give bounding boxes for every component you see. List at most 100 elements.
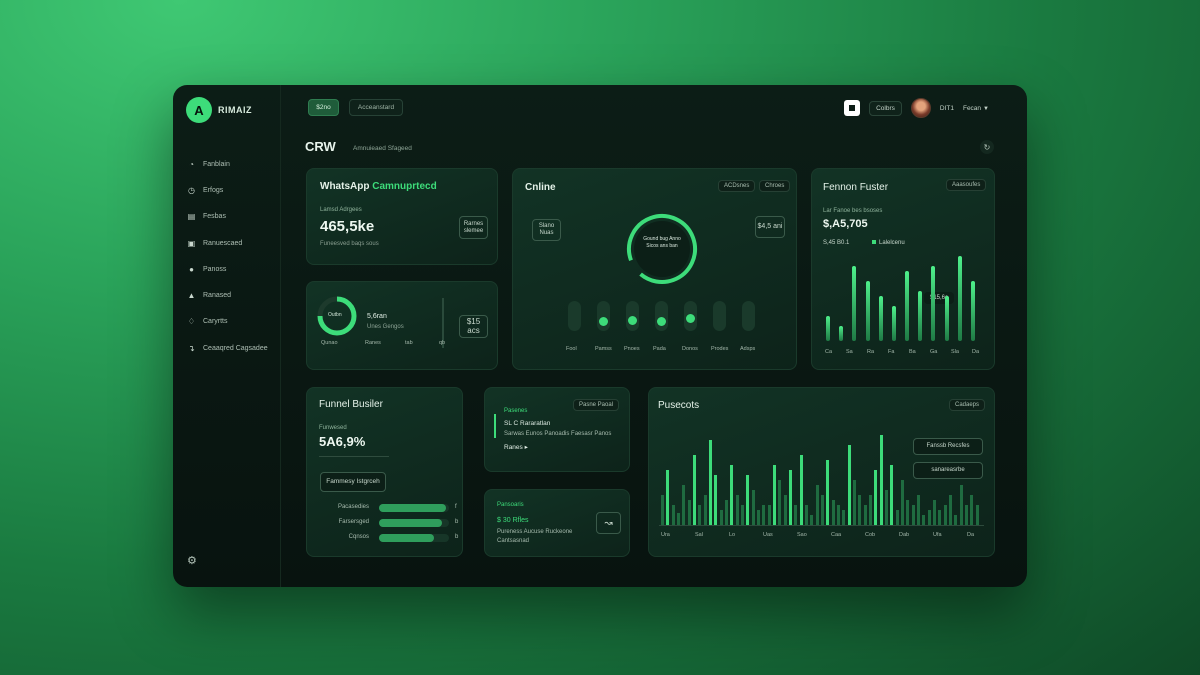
arrow-right-icon: ▸ (524, 444, 528, 451)
ring-caption: Unes Gengos (367, 324, 404, 330)
online-axis-label: Pamss (595, 346, 612, 352)
mini-bottom-value: $ 30 Rfles (497, 517, 529, 524)
pusecots-axis-label: Ura (661, 532, 670, 538)
funnel-row-end: b (455, 534, 459, 540)
document-icon: ▤ (187, 212, 196, 222)
brand[interactable]: A RIMAIZ (186, 97, 252, 123)
fennon-bar (957, 256, 962, 341)
pusecots-bar (757, 510, 760, 525)
slider-track (597, 301, 610, 331)
mini-top-link-label: Ranes (504, 444, 523, 451)
topbar-filter-chip[interactable]: Colbrs (869, 100, 902, 116)
pusecots-bar (725, 500, 728, 525)
sidebar-item-3[interactable]: ▣ Ranuescaed (187, 230, 277, 256)
online-right-box[interactable]: $4,5 ani (755, 216, 785, 238)
legend-swatch (872, 240, 876, 244)
brand-name: RIMAIZ (218, 105, 252, 115)
fennon-bar (918, 291, 923, 341)
fennon-bar (970, 281, 975, 341)
slider-track (713, 301, 726, 331)
slider-knob (686, 314, 695, 323)
pusecots-axis-label: Ufa (933, 532, 942, 538)
shield-icon: ♢ (187, 317, 196, 327)
funnel-row-label: Cqnsos (348, 534, 369, 540)
pusecots-bar (922, 515, 926, 525)
avatar[interactable] (910, 98, 931, 118)
pusecots-bar (762, 505, 766, 525)
sidebar-item-5[interactable]: ▲ Ranased (187, 282, 277, 308)
online-pill-1[interactable]: ACDsnes (718, 180, 756, 192)
fennon-bar (931, 266, 936, 341)
funnel-value: 5A6,9% (319, 434, 366, 449)
pusecots-bar (853, 480, 856, 525)
pusecots-bar (799, 455, 803, 525)
pusecots-bar (671, 505, 675, 525)
online-axis-label: Prodes (711, 346, 729, 352)
pusecots-bar (778, 480, 782, 525)
pusecots-bar (847, 445, 851, 525)
fennon-axis-label: Sla (951, 349, 959, 355)
pusecots-bar (682, 485, 686, 525)
chart-link-icon[interactable]: ↝ (596, 512, 621, 534)
user-menu-label: Fecan (962, 104, 982, 112)
pusecots-bar (831, 500, 835, 525)
sidebar-item-label: Ceaaqred Cagsadee (203, 344, 268, 352)
refresh-icon[interactable]: ↻ (980, 140, 994, 154)
ring-button[interactable]: $15 acs (459, 315, 488, 338)
pusecots-axis-label: Caa (831, 532, 842, 538)
pusecots-bar (826, 460, 830, 525)
pusecots-bar (970, 495, 974, 525)
pusecots-bar (885, 490, 888, 525)
app-window: A RIMAIZ ◔ Fanblain ◷ Erfogs ▤ Fesbas ▣ … (173, 85, 1027, 587)
funnel-row-end: b (455, 519, 459, 525)
pusecots-bar (773, 465, 776, 525)
mini-top-link[interactable]: Ranes ▸ (504, 443, 528, 451)
online-left-box[interactable]: Slano Nuas (532, 219, 561, 241)
fennon-legend-2: Lalelcenu (872, 240, 905, 246)
topbar-chip-primary[interactable]: $2no (308, 99, 339, 116)
square-icon[interactable] (844, 100, 861, 116)
mini-bottom-card: Pansoaris $ 30 Rfles Pureness Aucuse Ruc… (484, 489, 630, 557)
pusecots-pill[interactable]: Cadaeps (949, 399, 986, 411)
whatsapp-value: 465,5ke (320, 218, 375, 235)
sidebar-item-6[interactable]: ♢ Caryrtts (187, 309, 277, 335)
fennon-bar (878, 296, 883, 341)
pusecots-button-2[interactable]: sanareasrbe (913, 462, 983, 479)
funnel-row-fill (379, 534, 434, 542)
whatsapp-button[interactable]: Rarnes slemee (459, 216, 488, 239)
mini-bottom-line2: Cantsasnad (497, 538, 530, 544)
fennon-bar (839, 326, 844, 341)
funnel-row-track (379, 519, 449, 527)
mini-top-line1: SL C Rararatlan (504, 420, 551, 427)
pusecots-bar (901, 480, 904, 525)
pusecots-bar (821, 495, 824, 525)
sidebar-item-label: Fesbas (203, 213, 226, 221)
user-menu[interactable]: Fecan ▼ (963, 105, 989, 112)
sidebar-item-7[interactable]: ↴ Ceaaqred Cagsadee (187, 335, 277, 361)
mini-top-pill[interactable]: Pasne Paoal (573, 399, 620, 411)
circle-icon: ● (189, 264, 194, 274)
fennon-axis-label: Fa (888, 349, 895, 355)
pusecots-bar (719, 510, 723, 525)
sidebar-item-label: Fanblain (203, 160, 230, 168)
sidebar-item-label: Panoss (203, 265, 227, 273)
ring-card: Outbn 5,6ran Unes Gengos $15 acs Qunao R… (306, 281, 498, 370)
online-pill-2[interactable]: Chroes (759, 180, 791, 192)
pusecots-button-1[interactable]: Fanssb Recsfes (913, 438, 983, 455)
clock-icon: ◷ (188, 185, 195, 195)
pusecots-bar (709, 440, 712, 525)
sidebar-item-2[interactable]: ▤ Fesbas (187, 204, 277, 230)
fennon-axis-label: Ca (825, 349, 833, 355)
sidebar-item-4[interactable]: ● Panoss (187, 256, 277, 282)
pusecots-bar (783, 495, 787, 525)
sidebar-item-1[interactable]: ◷ Erfogs (187, 177, 277, 203)
topbar-chip-secondary[interactable]: Acceanstard (349, 99, 403, 116)
pusecots-axis-label: Sao (797, 532, 807, 538)
sidebar-item-0[interactable]: ◔ Fanblain (187, 151, 277, 177)
settings-icon[interactable]: ⚙ (187, 554, 197, 567)
brand-logo: A (186, 97, 212, 123)
fennon-pill[interactable]: Aaasoufes (946, 179, 987, 191)
fennon-bar (826, 316, 830, 341)
funnel-button[interactable]: Fammesy Istgrceh (320, 472, 386, 492)
pusecots-bar (927, 510, 931, 525)
